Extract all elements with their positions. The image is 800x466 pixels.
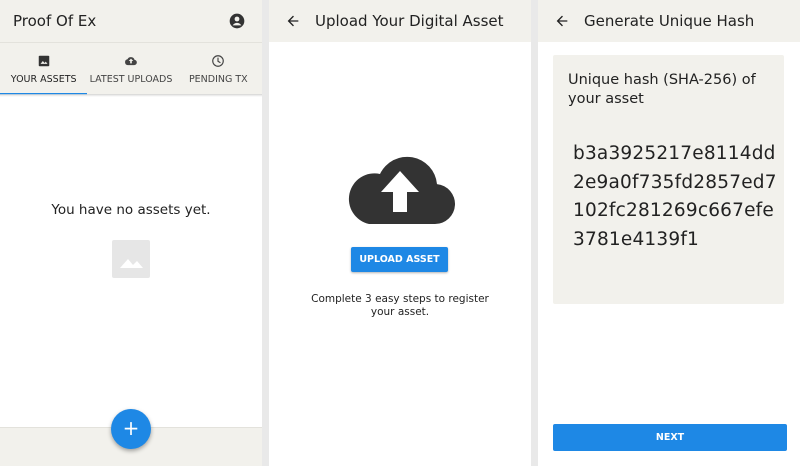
upload-asset-button[interactable]: UPLOAD ASSET [351, 247, 448, 272]
cloud-upload-icon [125, 57, 137, 66]
tab-label: PENDING TX [188, 74, 248, 85]
tab-pending-tx[interactable]: PENDING TX [175, 43, 262, 95]
next-button[interactable]: NEXT [553, 424, 787, 451]
app-bar: Proof Of Ex [0, 0, 262, 42]
tab-shadow [0, 94, 262, 97]
upload-hint: Complete 3 easy steps to register your a… [311, 293, 489, 318]
upload-screen: Upload Your Digital Asset UPLOAD ASSET C… [269, 0, 531, 466]
add-asset-button[interactable]: + [111, 409, 151, 449]
tab-label: YOUR ASSETS [10, 74, 77, 85]
app-bar: Generate Unique Hash [538, 0, 800, 42]
tab-your-assets[interactable]: YOUR ASSETS [0, 43, 88, 95]
back-arrow-icon[interactable] [285, 13, 301, 29]
hash-card-title: Unique hash (SHA-256) of your asset [568, 72, 756, 107]
image-placeholder-icon [112, 240, 150, 278]
empty-state-message: You have no assets yet. [51, 202, 211, 218]
image-icon [38, 55, 49, 67]
cloud-upload-icon [348, 156, 455, 224]
tab-bar: YOUR ASSETS LATEST UPLOADS PENDING TX [0, 42, 262, 95]
account-icon[interactable] [229, 13, 245, 29]
back-arrow-icon[interactable] [554, 13, 570, 29]
tab-latest-uploads[interactable]: LATEST UPLOADS [87, 43, 174, 95]
screen-title: Upload Your Digital Asset [315, 12, 504, 30]
tab-label: LATEST UPLOADS [89, 74, 173, 85]
hash-screen: Generate Unique Hash Unique hash (SHA-25… [538, 0, 800, 466]
screen-title: Generate Unique Hash [584, 12, 755, 30]
assets-screen: Proof Of Ex YOUR ASSETS LATEST UPLOADS P… [0, 0, 262, 466]
hash-value: b3a3925217e8114dd2e9a0f735fd2857ed7102fc… [573, 143, 777, 250]
clock-icon [212, 55, 225, 67]
app-bar: Upload Your Digital Asset [269, 0, 531, 42]
app-title: Proof Of Ex [13, 12, 97, 30]
hash-card: Unique hash (SHA-256) of your asset b3a3… [553, 55, 784, 304]
